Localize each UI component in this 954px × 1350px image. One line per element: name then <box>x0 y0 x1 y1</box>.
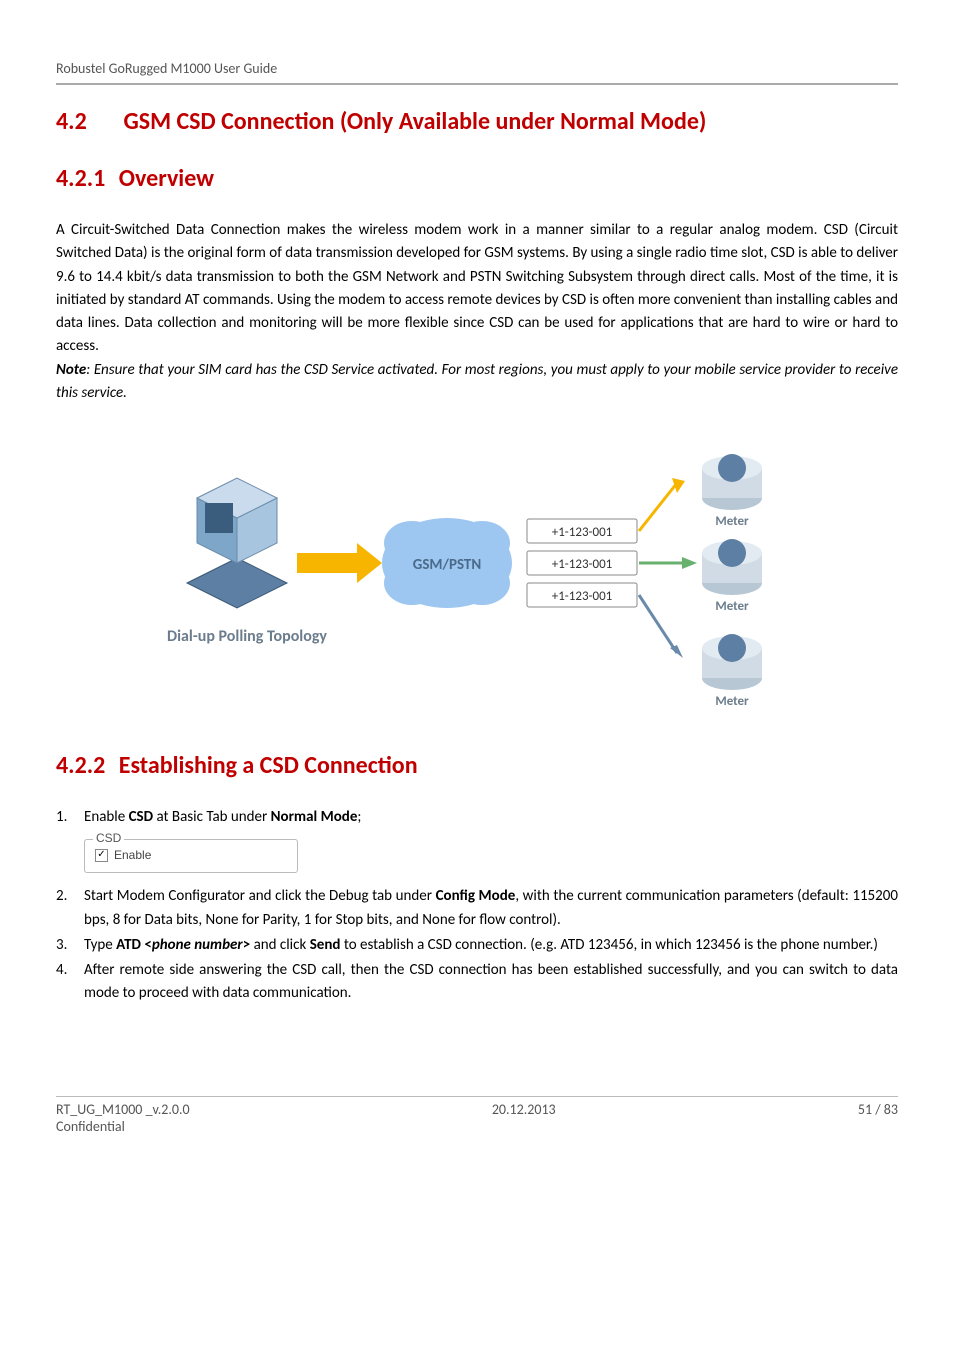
step2-pre: Start Modem Configurator and click the D… <box>84 887 436 905</box>
diagram-svg: GSM/PSTN +1-123-001 +1-123-001 +1-123-00… <box>157 423 797 723</box>
step-1: Enable CSD at Basic Tab under Normal Mod… <box>84 806 898 829</box>
subsection1-heading: 4.2.1 Overview <box>56 164 898 193</box>
subsection1-number: 4.2.1 <box>56 164 105 193</box>
step1-b2: Normal Mode <box>271 808 358 826</box>
step1-mid: at Basic Tab under <box>153 808 271 826</box>
note-label: Note <box>56 361 86 379</box>
footer-left1: RT_UG_M1000 _v.2.0.0 <box>56 1101 190 1118</box>
steps-list: Enable CSD at Basic Tab under Normal Mod… <box>56 806 898 829</box>
section-title: GSM CSD Connection (Only Available under… <box>123 107 706 136</box>
step3-mid: and click <box>250 936 310 954</box>
enable-checkbox[interactable]: ✓ <box>95 849 108 862</box>
steps-list-cont: Start Modem Configurator and click the D… <box>56 885 898 1005</box>
step1-post: ; <box>357 808 361 826</box>
footer-right: 51 / 83 <box>858 1101 898 1135</box>
csd-panel: ✓ Enable <box>84 839 298 873</box>
meter-label-1: Meter <box>715 514 749 529</box>
step1-pre: Enable <box>84 808 129 826</box>
step1-b1: CSD <box>129 808 154 826</box>
cloud-label: GSM/PSTN <box>413 556 481 574</box>
step-2: Start Modem Configurator and click the D… <box>84 885 898 932</box>
subsection2-title: Establishing a CSD Connection <box>119 751 418 780</box>
footer-center: 20.12.2013 <box>492 1101 556 1135</box>
step3-b3: Send <box>310 936 341 954</box>
footer-rule <box>56 1096 898 1097</box>
phone-label-1: +1-123-001 <box>552 525 613 540</box>
step3-pre: Type <box>84 936 116 954</box>
footer-left2: Confidential <box>56 1118 190 1135</box>
meter-label-2: Meter <box>715 599 749 614</box>
section-heading: 4.2 GSM CSD Connection (Only Available u… <box>56 107 898 136</box>
diagram-caption: Dial-up Polling Topology <box>167 627 327 646</box>
subsection2-number: 4.2.2 <box>56 751 105 780</box>
step3-b1: ATD < <box>116 936 152 954</box>
phone-label-2: +1-123-001 <box>552 557 613 572</box>
section-number: 4.2 <box>56 107 118 136</box>
overview-paragraph: A Circuit-Switched Data Connection makes… <box>56 219 898 359</box>
step3-post: to establish a CSD connection. (e.g. ATD… <box>340 936 878 954</box>
header-text: Robustel GoRugged M1000 User Guide <box>56 60 898 77</box>
page-footer: RT_UG_M1000 _v.2.0.0 Confidential 20.12.… <box>56 1101 898 1135</box>
header-rule <box>56 83 898 85</box>
topology-diagram: GSM/PSTN +1-123-001 +1-123-001 +1-123-00… <box>157 423 797 723</box>
subsection1-title: Overview <box>119 164 214 193</box>
step3-bi: phone number <box>152 936 243 954</box>
step2-b1: Config Mode <box>436 887 516 905</box>
phone-label-3: +1-123-001 <box>552 589 613 604</box>
step-4: After remote side answering the CSD call… <box>84 959 898 1006</box>
note-body: : Ensure that your SIM card has the CSD … <box>56 361 898 402</box>
note-line: Note: Ensure that your SIM card has the … <box>56 359 898 406</box>
step-3: Type ATD <phone number> and click Send t… <box>84 934 898 957</box>
meter-label-3: Meter <box>715 694 749 709</box>
enable-label: Enable <box>114 848 151 862</box>
subsection2-heading: 4.2.2 Establishing a CSD Connection <box>56 751 898 780</box>
